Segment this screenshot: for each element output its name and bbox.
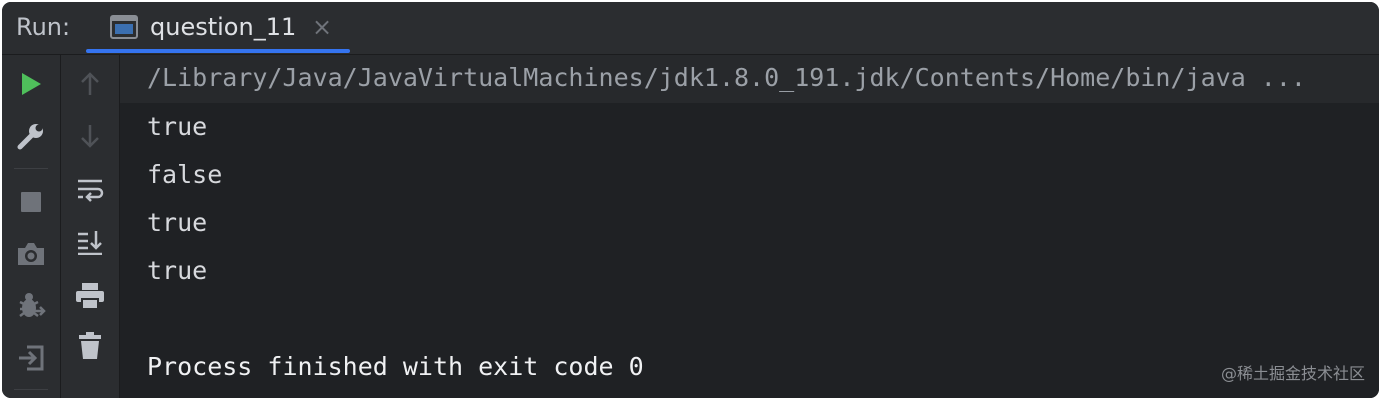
console-output[interactable]: /Library/Java/JavaVirtualMachines/jdk1.8… [120, 55, 1379, 398]
output-line: false [147, 160, 223, 189]
debug-bug-icon[interactable] [11, 286, 51, 326]
print-icon[interactable] [70, 276, 110, 316]
output-line: true [147, 256, 208, 285]
run-tool-window: Run: question_11 × /Library/Java/JavaVir… [2, 2, 1379, 398]
arrow-up-icon[interactable] [70, 64, 110, 104]
toolbar-separator [14, 389, 48, 390]
output-line: true [147, 112, 208, 141]
tab-title: question_11 [150, 13, 297, 41]
run-label: Run: [16, 13, 71, 41]
console-window-icon [110, 15, 138, 43]
arrow-down-icon[interactable] [70, 116, 110, 156]
command-line: /Library/Java/JavaVirtualMachines/jdk1.8… [147, 63, 1306, 92]
exit-icon[interactable] [11, 338, 51, 378]
scroll-to-end-icon[interactable] [70, 222, 110, 262]
stop-icon[interactable] [11, 182, 51, 222]
run-toolbar-right [61, 55, 120, 398]
output-line: true [147, 208, 208, 237]
watermark: @稀土掘金技术社区 [1220, 364, 1365, 383]
exit-message: Process finished with exit code 0 [147, 352, 644, 381]
run-toolbar-left [2, 55, 61, 398]
tab-question-11[interactable]: question_11 × [86, 2, 350, 54]
camera-icon[interactable] [11, 234, 51, 274]
close-icon[interactable]: × [312, 13, 332, 41]
active-tab-indicator [86, 49, 350, 53]
trash-icon[interactable] [70, 326, 110, 366]
soft-wrap-icon[interactable] [70, 170, 110, 210]
toolbar-separator [14, 168, 48, 169]
run-icon[interactable] [11, 64, 51, 104]
run-header: Run: question_11 × [2, 2, 1379, 55]
wrench-icon[interactable] [11, 116, 51, 156]
